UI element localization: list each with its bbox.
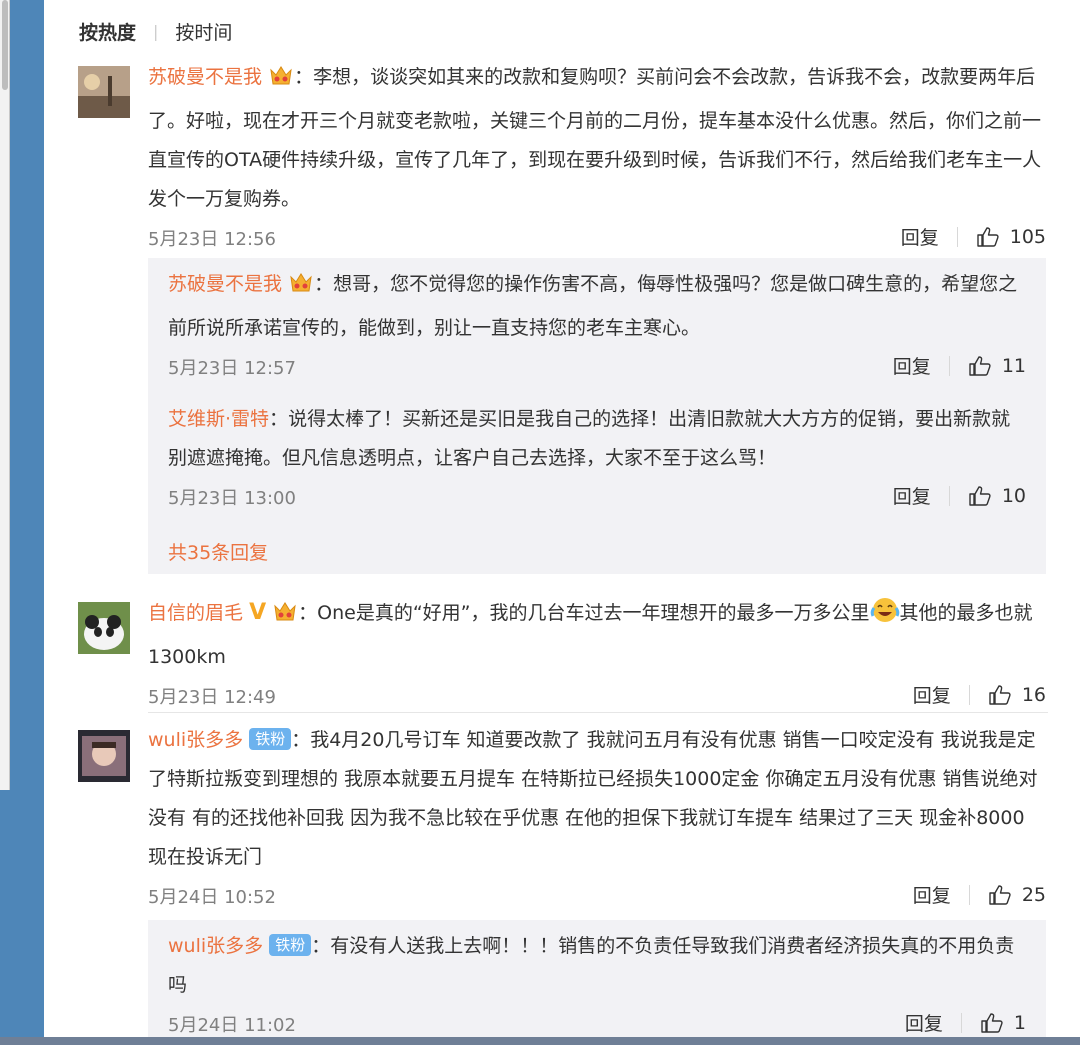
timestamp: 5月24日 10:52 bbox=[148, 887, 276, 908]
username[interactable]: 苏破曼不是我 bbox=[148, 66, 262, 88]
thumbs-up-icon bbox=[989, 884, 1011, 905]
reply-button[interactable]: 回复 bbox=[893, 352, 931, 379]
separator: ： bbox=[294, 66, 314, 88]
separator: ： bbox=[314, 273, 334, 295]
separator: ： bbox=[311, 935, 331, 957]
reply-item: 艾维斯·雷特：说得太棒了！买新还是买旧是我自己的选择！出清旧款就大大方方的促销，… bbox=[148, 382, 1046, 512]
sort-bar: 按热度 | 按时间 bbox=[79, 18, 232, 45]
avatar[interactable] bbox=[78, 730, 130, 782]
comment-panel: 按热度 | 按时间 苏破曼不是我 ：李想，谈谈突如其来的改款和复购呗？买前问会不… bbox=[44, 0, 1080, 1045]
reply-button[interactable]: 回复 bbox=[893, 482, 931, 509]
separator: ： bbox=[298, 602, 318, 624]
username[interactable]: wuli张多多 bbox=[168, 935, 263, 957]
reply-body: 说得太棒了！买新还是买旧是我自己的选择！出清旧款就大大方方的促销，要出新款就别遮… bbox=[168, 408, 1011, 469]
username[interactable]: 自信的眉毛 bbox=[148, 602, 243, 624]
separator: ： bbox=[269, 408, 289, 430]
reply-box: 苏破曼不是我 ：想哥，您不觉得您的操作伤害不高，侮辱性极强吗？您是做口碑生意的，… bbox=[148, 258, 1046, 574]
crown-emoji-icon bbox=[268, 63, 294, 102]
comment-text: 自信的眉毛 V ：One是真的“好用”，我的几台车过去一年理想开的最多一万多公里… bbox=[148, 593, 1046, 677]
comment-divider bbox=[148, 712, 1048, 713]
scrollbar-track[interactable] bbox=[0, 0, 10, 790]
sort-separator: | bbox=[153, 22, 159, 41]
reply-box: wuli张多多 铁粉 ：有没有人送我上去啊！！！销售的不负责任导致我们消费者经济损… bbox=[148, 920, 1046, 1045]
comment-meta: 5月23日 12:49 回复 16 bbox=[148, 681, 1046, 711]
reply-meta: 5月24日 11:02 回复 1 bbox=[168, 1009, 1026, 1039]
action-divider bbox=[956, 226, 958, 247]
like-count: 11 bbox=[1001, 354, 1026, 377]
like-button[interactable]: 16 bbox=[988, 684, 1046, 706]
reply-button[interactable]: 回复 bbox=[901, 223, 939, 250]
left-window-strip bbox=[0, 0, 44, 1045]
reply-text: wuli张多多 铁粉 ：有没有人送我上去啊！！！销售的不负责任导致我们消费者经济损… bbox=[168, 927, 1026, 1005]
verified-icon: V bbox=[249, 600, 267, 625]
username[interactable]: 艾维斯·雷特 bbox=[168, 408, 269, 430]
comment-body: One是真的“好用”，我的几台车过去一年理想开的最多一万多公里 bbox=[317, 602, 870, 624]
more-replies-link[interactable]: 共35条回复 bbox=[148, 538, 1046, 565]
like-count: 25 bbox=[1021, 883, 1046, 906]
action-divider bbox=[948, 485, 950, 506]
like-count: 16 bbox=[1021, 683, 1046, 706]
like-button[interactable]: 10 bbox=[968, 485, 1026, 507]
like-count: 10 bbox=[1001, 484, 1026, 507]
like-button[interactable]: 105 bbox=[976, 226, 1046, 248]
timestamp: 5月23日 12:57 bbox=[168, 358, 296, 379]
like-button[interactable]: 25 bbox=[988, 884, 1046, 906]
comment-meta: 5月23日 12:56 回复 105 bbox=[148, 223, 1046, 253]
avatar[interactable] bbox=[78, 66, 130, 118]
crown-emoji-icon bbox=[272, 599, 298, 638]
sort-by-time[interactable]: 按时间 bbox=[175, 18, 232, 45]
reply-meta: 5月23日 12:57 回复 11 bbox=[168, 352, 1026, 382]
reply-button[interactable]: 回复 bbox=[905, 1009, 943, 1036]
fan-badge: 铁粉 bbox=[249, 728, 292, 750]
username[interactable]: 苏破曼不是我 bbox=[168, 273, 282, 295]
reply-text: 艾维斯·雷特：说得太棒了！买新还是买旧是我自己的选择！出清旧款就大大方方的促销，… bbox=[168, 400, 1026, 478]
crown-emoji-icon bbox=[288, 270, 314, 309]
action-divider bbox=[960, 1012, 962, 1033]
scrollbar-thumb[interactable] bbox=[2, 0, 8, 90]
laughing-crying-emoji-icon bbox=[870, 596, 900, 638]
like-count: 1 bbox=[1013, 1011, 1026, 1034]
like-count: 105 bbox=[1009, 225, 1046, 248]
thumbs-up-icon bbox=[989, 684, 1011, 705]
username[interactable]: wuli张多多 bbox=[148, 729, 243, 751]
avatar[interactable] bbox=[78, 602, 130, 654]
comment-text: wuli张多多 铁粉 ：我4月20几号订车 知道要改款了 我就问五月有没有优惠 销… bbox=[148, 721, 1046, 877]
thumbs-up-icon bbox=[969, 485, 991, 506]
like-button[interactable]: 1 bbox=[980, 1012, 1026, 1034]
thumbs-up-icon bbox=[981, 1012, 1003, 1033]
reply-button[interactable]: 回复 bbox=[913, 681, 951, 708]
action-divider bbox=[948, 355, 950, 376]
fan-badge: 铁粉 bbox=[269, 934, 312, 956]
comment-meta: 5月24日 10:52 回复 25 bbox=[148, 881, 1046, 911]
thumbs-up-icon bbox=[969, 355, 991, 376]
reply-text: 苏破曼不是我 ：想哥，您不觉得您的操作伤害不高，侮辱性极强吗？您是做口碑生意的，… bbox=[168, 265, 1026, 348]
timestamp: 5月23日 12:49 bbox=[148, 687, 276, 708]
timestamp: 5月24日 11:02 bbox=[168, 1015, 296, 1036]
separator: ： bbox=[291, 729, 311, 751]
reply-item: 苏破曼不是我 ：想哥，您不觉得您的操作伤害不高，侮辱性极强吗？您是做口碑生意的，… bbox=[148, 258, 1046, 382]
reply-meta: 5月23日 13:00 回复 10 bbox=[168, 482, 1026, 512]
action-divider bbox=[968, 684, 970, 705]
bottom-window-edge bbox=[0, 1037, 1080, 1045]
thumbs-up-icon bbox=[977, 226, 999, 247]
action-divider bbox=[968, 884, 970, 905]
reply-item: wuli张多多 铁粉 ：有没有人送我上去啊！！！销售的不负责任导致我们消费者经济损… bbox=[148, 920, 1046, 1039]
reply-button[interactable]: 回复 bbox=[913, 881, 951, 908]
comment-text: 苏破曼不是我 ：李想，谈谈突如其来的改款和复购呗？买前问会不会改款，告诉我不会，… bbox=[148, 58, 1046, 219]
sort-by-hot[interactable]: 按热度 bbox=[79, 18, 136, 45]
timestamp: 5月23日 12:56 bbox=[148, 229, 276, 250]
like-button[interactable]: 11 bbox=[968, 355, 1026, 377]
timestamp: 5月23日 13:00 bbox=[168, 488, 296, 509]
